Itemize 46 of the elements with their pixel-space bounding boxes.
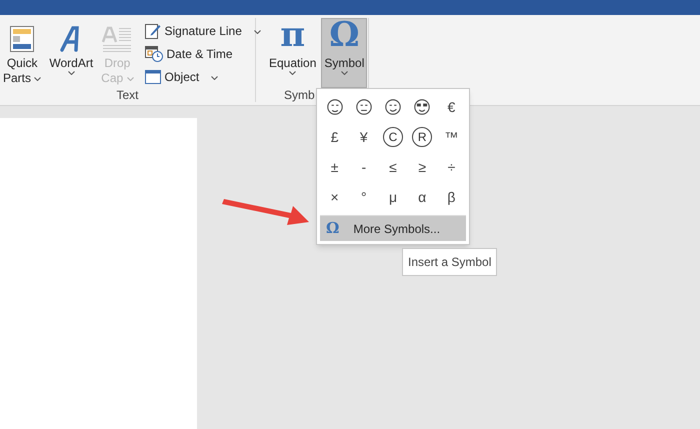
symbol-glyph: α [418,188,426,206]
ribbon-button[interactable]: π Equation [266,18,320,88]
ribbon-button[interactable]: Date & Time [144,44,261,64]
caret-icon [340,71,348,75]
symbol-glyph: ° [360,188,367,206]
drop-cap-icon [102,26,132,52]
symbol-glyph: € [448,98,456,116]
symbol-glyph: ™ [444,128,458,146]
omega-icon: Ω [329,18,360,52]
more-symbols-item[interactable]: Ω More Symbols... [320,215,466,241]
symbol-glyph: ≤ [389,158,397,176]
symbol-glyph: ÷ [448,158,456,176]
ribbon-button[interactable]: WordArt [46,18,96,88]
pi-icon: π [280,18,306,52]
caret-icon [34,76,42,81]
caret-icon [68,71,75,75]
document-parts-icon [10,26,34,52]
tooltip: Insert a Symbol [402,248,498,276]
symbol-glyph: C [383,127,403,147]
symbol-glyph: × [330,188,339,206]
symbol-glyph: R [412,127,432,147]
smiley-icon [414,99,430,115]
ribbon-button[interactable]: Ω Symbol [321,18,368,88]
symbol-glyph: μ [388,188,398,207]
symbol-glyph: ± [330,158,338,176]
symbol-glyph: £ [330,128,338,146]
ribbon-button[interactable]: Signature Line [144,21,261,41]
symbol-glyph: - [361,158,366,176]
group-label: Text [115,88,140,102]
ribbon-button[interactable]: Object [144,67,261,87]
caret-icon [289,71,296,75]
symbol-glyph: ¥ [360,128,368,146]
smiley-icon [326,99,343,115]
smiley-icon [385,99,401,115]
ribbon-button[interactable]: Quick Parts [0,18,44,88]
group-label: Symb [283,88,316,102]
caret-icon [126,76,134,81]
symbol-glyph: ≥ [418,158,426,176]
pen-document-icon [144,23,161,39]
smiley-icon [356,99,372,115]
omega-icon: Ω [326,217,340,240]
symbol-glyph: β [447,188,456,207]
caret-icon [211,76,218,80]
window-icon [144,70,161,84]
calendar-clock-icon [144,46,163,62]
caret-icon [254,30,261,34]
